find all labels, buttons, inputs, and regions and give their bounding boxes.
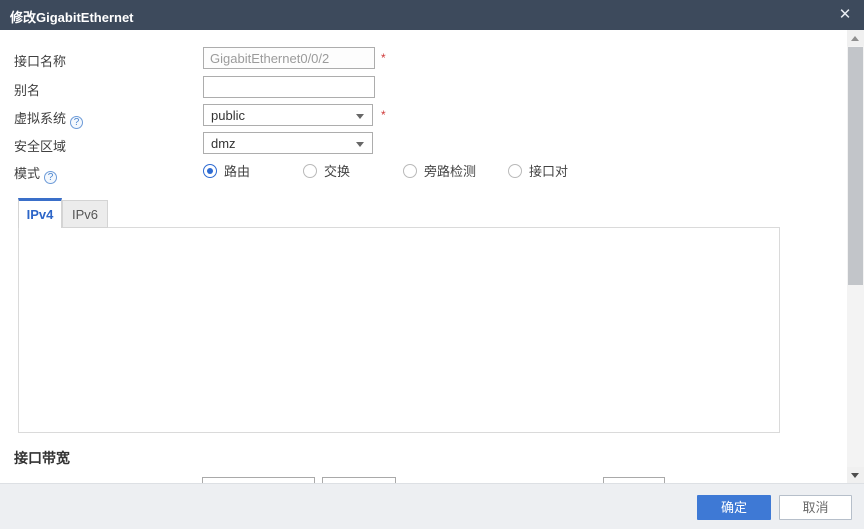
mode-label: 模式? xyxy=(14,163,57,184)
chevron-down-icon xyxy=(356,142,364,147)
arrow-up-icon xyxy=(851,36,859,41)
dialog-title: 修改GigabitEthernet xyxy=(10,7,134,26)
virtual-system-label: 虚拟系统? xyxy=(14,108,83,129)
dialog-titlebar: 修改GigabitEthernet ✕ xyxy=(0,0,864,30)
tab-ipv4[interactable]: IPv4 xyxy=(18,198,62,228)
radio-icon xyxy=(403,164,417,178)
interface-name-label: 接口名称 xyxy=(14,51,66,70)
virtual-system-help-icon[interactable]: ? xyxy=(70,116,83,129)
mode-radio-bypass[interactable]: 旁路检测 xyxy=(403,161,476,180)
tab-ipv6[interactable]: IPv6 xyxy=(62,200,108,228)
close-icon[interactable]: ✕ xyxy=(834,4,856,26)
virtual-system-value: public xyxy=(211,108,245,123)
scroll-down-button[interactable] xyxy=(847,467,864,483)
ipv4-panel xyxy=(18,227,780,433)
scroll-up-button[interactable] xyxy=(847,30,864,46)
vertical-scrollbar[interactable] xyxy=(847,30,864,483)
mode-radio-interface-pair[interactable]: 接口对 xyxy=(508,161,568,180)
radio-icon xyxy=(203,164,217,178)
alias-input[interactable] xyxy=(203,76,375,98)
ok-button[interactable]: 确定 xyxy=(697,495,771,520)
radio-icon xyxy=(508,164,522,178)
chevron-down-icon xyxy=(356,114,364,119)
security-zone-value: dmz xyxy=(211,136,236,151)
cancel-button[interactable]: 取消 xyxy=(779,495,852,520)
alias-label: 别名 xyxy=(14,80,40,99)
arrow-down-icon xyxy=(851,473,859,478)
security-zone-select[interactable]: dmz xyxy=(203,132,373,154)
interface-name-required-mark: * xyxy=(381,51,386,65)
dialog-footer: 确定 取消 xyxy=(0,483,864,529)
interface-name-input xyxy=(203,47,375,69)
radio-icon xyxy=(303,164,317,178)
security-zone-label: 安全区域 xyxy=(14,136,66,155)
mode-radio-switch[interactable]: 交换 xyxy=(303,161,350,180)
virtual-system-select[interactable]: public xyxy=(203,104,373,126)
virtual-system-required-mark: * xyxy=(381,108,386,122)
mode-help-icon[interactable]: ? xyxy=(44,171,57,184)
scrollbar-thumb[interactable] xyxy=(848,47,863,285)
bandwidth-section-title: 接口带宽 xyxy=(14,448,70,468)
mode-radio-route[interactable]: 路由 xyxy=(203,161,250,180)
